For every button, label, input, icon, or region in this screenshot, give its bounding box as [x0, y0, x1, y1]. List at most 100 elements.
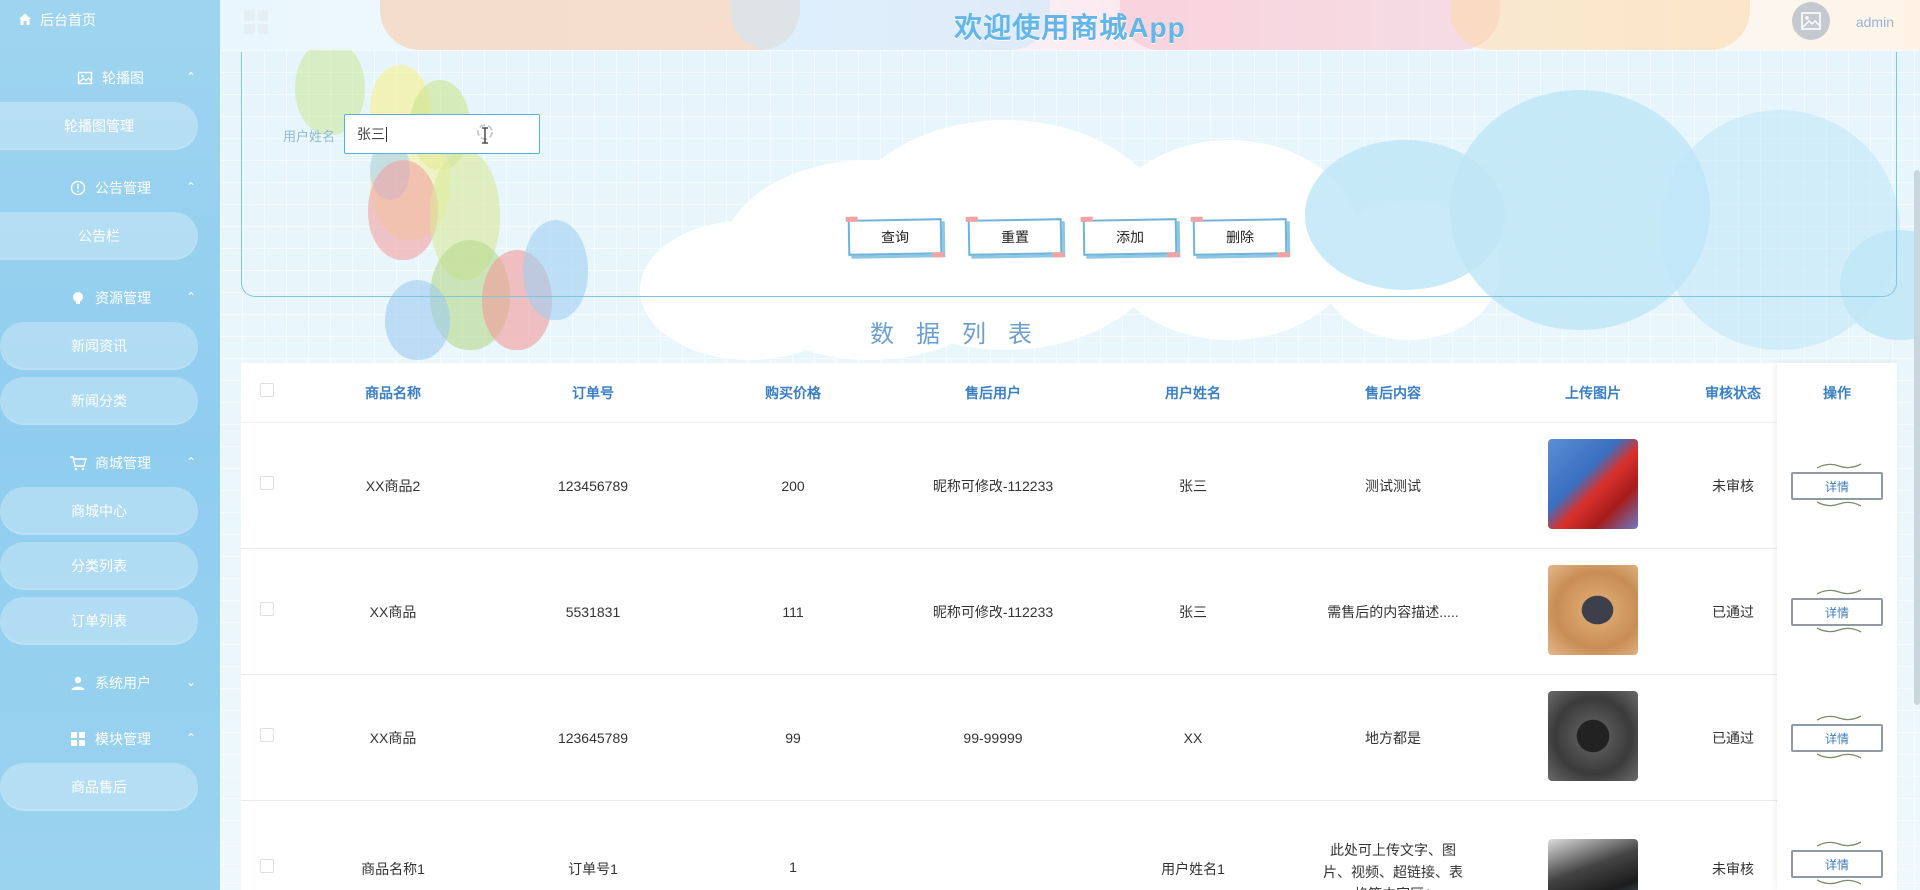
- sidebar-item-label: 订单列表: [71, 613, 127, 629]
- sidebar-group-notice[interactable]: 公告管理 ⌃: [0, 164, 220, 212]
- col-image[interactable]: 上传图片: [1493, 383, 1693, 403]
- product-thumbnail[interactable]: [1548, 439, 1638, 529]
- delete-button[interactable]: 删除: [1192, 218, 1288, 256]
- cell-product-name: 商品名称1: [361, 861, 425, 877]
- sidebar-group-mall[interactable]: 商城管理 ⌃: [0, 439, 220, 487]
- cursor-icon: [473, 123, 497, 145]
- chevron-up-icon: ⌃: [185, 180, 196, 194]
- cell-price: 99: [785, 729, 801, 746]
- product-thumbnail[interactable]: [1548, 839, 1638, 890]
- cell-user-name: XX: [1183, 729, 1203, 746]
- cell-product-name: XX商品: [369, 603, 417, 620]
- cell-status: 已通过: [1712, 729, 1754, 746]
- cell-order-no: 5531831: [565, 603, 621, 620]
- chevron-down-icon: ⌄: [185, 675, 196, 689]
- sidebar-home[interactable]: 后台首页: [0, 0, 220, 40]
- cell-user-name: 张三: [1179, 477, 1207, 494]
- cell-price: 111: [782, 603, 804, 620]
- product-thumbnail[interactable]: [1548, 565, 1638, 655]
- detail-button[interactable]: 详情: [1791, 715, 1883, 759]
- avatar[interactable]: [1792, 2, 1830, 40]
- cell-order-no: 订单号1: [568, 861, 618, 877]
- reset-button[interactable]: 重置: [967, 218, 1063, 256]
- list-title: 数据列表: [870, 321, 1054, 348]
- cell-content: 需售后的内容描述.....: [1327, 603, 1459, 620]
- sidebar-item-news-category[interactable]: 新闻分类: [0, 377, 198, 425]
- chevron-up-icon: ⌃: [185, 290, 196, 304]
- table-row[interactable]: XX商品2 123456789 200 昵称可修改-112233 张三 测试测试…: [241, 423, 1897, 549]
- table-header: 商品名称 订单号 购买价格 售后用户 用户姓名 售后内容 上传图片 审核状态: [241, 363, 1897, 423]
- username[interactable]: admin: [1856, 14, 1894, 30]
- vine-decoration: [1817, 753, 1861, 759]
- col-user-name[interactable]: 用户姓名: [1093, 383, 1293, 403]
- cart-icon: [69, 454, 87, 472]
- table-row[interactable]: 商品名称1 订单号1 1 用户姓名1 此处可上传文字、图片、视频、超链接、表格等…: [241, 801, 1897, 890]
- detail-button[interactable]: 详情: [1791, 589, 1883, 633]
- image-icon: [76, 69, 94, 87]
- sidebar-group-resource[interactable]: 资源管理 ⌃: [0, 274, 220, 322]
- chevron-up-icon: ⌃: [185, 731, 196, 745]
- search-label: 用户姓名: [283, 129, 336, 144]
- vine-decoration: [1817, 589, 1861, 595]
- select-all-checkbox[interactable]: [260, 383, 274, 397]
- sidebar-group-modules[interactable]: 模块管理 ⌃: [0, 715, 220, 763]
- cell-user-name: 用户姓名1: [1161, 861, 1225, 877]
- sidebar-item-label: 商品售后: [71, 779, 127, 795]
- sidebar-item-after-sales[interactable]: 商品售后: [0, 763, 198, 811]
- cell-order-no: 123645789: [557, 729, 629, 746]
- page-scrollbar[interactable]: [1914, 170, 1920, 705]
- chevron-up-icon: ⌃: [185, 70, 196, 84]
- row-checkbox[interactable]: [260, 859, 274, 873]
- sidebar-item-mall-center[interactable]: 商城中心: [0, 487, 198, 535]
- col-price[interactable]: 购买价格: [693, 383, 893, 403]
- sidebar-item-notice-board[interactable]: 公告栏: [0, 212, 198, 260]
- sidebar-item-label: 分类列表: [71, 558, 127, 574]
- sidebar-item-category-list[interactable]: 分类列表: [0, 542, 198, 590]
- sidebar-item-order-list[interactable]: 订单列表: [0, 597, 198, 645]
- cell-user-name: 张三: [1179, 603, 1207, 620]
- sidebar-group-label: 轮播图: [102, 70, 144, 86]
- sidebar-group-label: 商城管理: [95, 455, 151, 471]
- sidebar-item-label: 公告栏: [78, 228, 120, 244]
- add-button[interactable]: 添加: [1082, 218, 1178, 256]
- col-operation: 操作: [1823, 385, 1851, 401]
- image-placeholder-icon: [1801, 12, 1821, 30]
- col-status[interactable]: 审核状态: [1693, 383, 1773, 403]
- cell-status: 未审核: [1712, 477, 1754, 494]
- row-checkbox[interactable]: [260, 602, 274, 616]
- username-search-input[interactable]: 张三: [344, 114, 540, 154]
- row-checkbox[interactable]: [260, 476, 274, 490]
- col-after-user[interactable]: 售后用户: [893, 383, 1093, 403]
- row-checkbox[interactable]: [260, 728, 274, 742]
- sidebar-group-label: 资源管理: [95, 290, 151, 306]
- sidebar-item-carousel-manage[interactable]: 轮播图管理: [0, 102, 198, 150]
- detail-button[interactable]: 详情: [1791, 841, 1883, 885]
- grid-icon: [69, 730, 87, 748]
- bulb-icon: [69, 289, 87, 307]
- app-title: 欢迎使用商城App: [954, 12, 1186, 43]
- table-row[interactable]: XX商品 5531831 111 昵称可修改-112233 张三 需售后的内容描…: [241, 549, 1897, 675]
- sidebar-item-news[interactable]: 新闻资讯: [0, 322, 198, 370]
- cell-product-name: XX商品: [369, 729, 417, 746]
- col-order-no[interactable]: 订单号: [493, 383, 693, 403]
- sidebar-group-system-users[interactable]: 系统用户 ⌄: [0, 659, 220, 707]
- col-product-name[interactable]: 商品名称: [293, 383, 493, 403]
- sidebar-item-label: 轮播图管理: [64, 118, 134, 134]
- sidebar-item-label: 新闻资讯: [71, 338, 127, 354]
- cell-order-no: 123456789: [557, 477, 629, 494]
- data-table: 商品名称 订单号 购买价格 售后用户 用户姓名 售后内容 上传图片 审核状态 X…: [241, 363, 1897, 890]
- detail-button[interactable]: 详情: [1791, 463, 1883, 507]
- query-button[interactable]: 查询: [847, 218, 943, 256]
- table-row[interactable]: XX商品 123645789 99 99-99999 XX 地方都是 已通过: [241, 675, 1897, 801]
- product-thumbnail[interactable]: [1548, 691, 1638, 781]
- cell-after-user: 昵称可修改-112233: [932, 477, 1054, 494]
- cell-price: 200: [781, 477, 805, 494]
- col-content[interactable]: 售后内容: [1293, 383, 1493, 403]
- cell-status: 未审核: [1712, 861, 1754, 877]
- user-icon: [69, 674, 87, 692]
- sidebar-group-carousel[interactable]: 轮播图 ⌃: [0, 54, 220, 102]
- cell-price: 1: [789, 859, 797, 875]
- info-icon: [69, 179, 87, 197]
- sidebar-group-label: 公告管理: [95, 180, 151, 196]
- cell-content: 测试测试: [1365, 477, 1421, 494]
